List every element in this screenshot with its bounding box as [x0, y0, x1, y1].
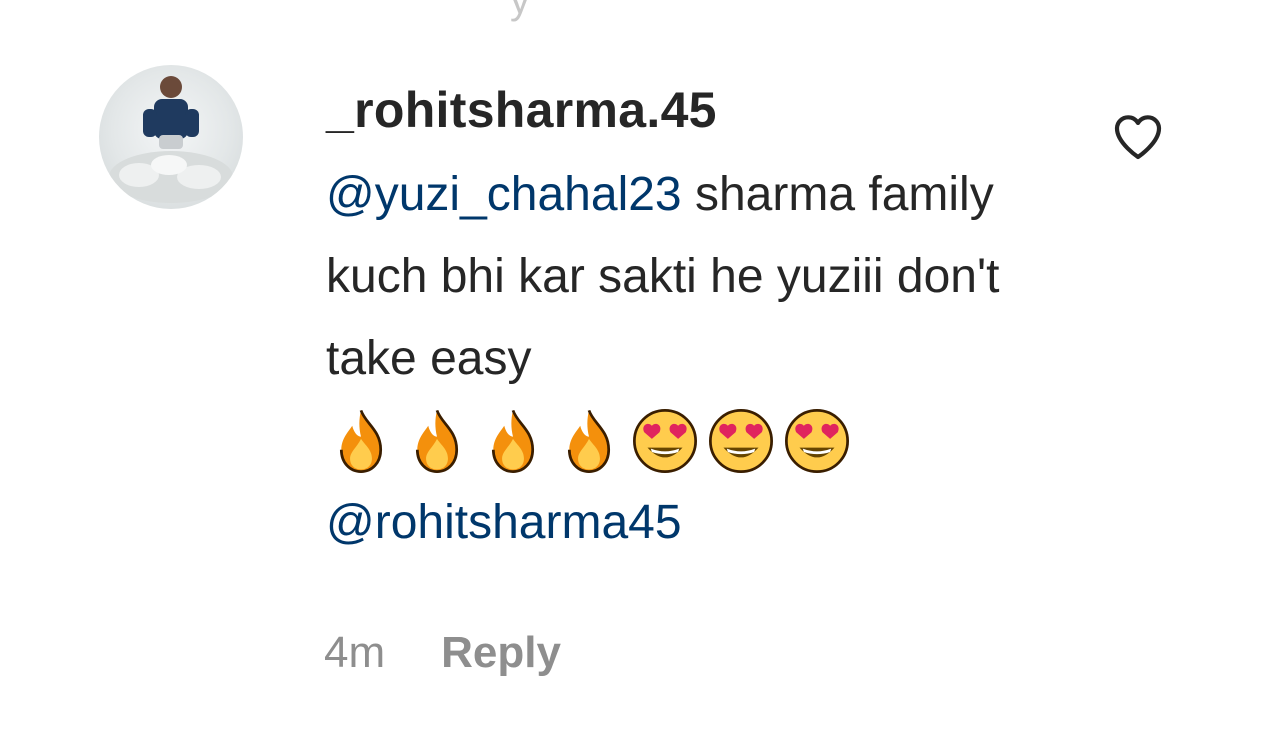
- avatar[interactable]: [99, 65, 243, 209]
- heart-eyes-emoji-icon: [706, 406, 776, 476]
- comment-timestamp: 4m: [324, 628, 386, 677]
- avatar-photo: [109, 76, 233, 203]
- like-button[interactable]: [1108, 108, 1168, 164]
- fire-emoji-icon: [478, 406, 548, 476]
- comment-meta: 4m Reply: [324, 628, 561, 678]
- reply-button[interactable]: Reply: [441, 628, 561, 678]
- comment-page: y _rohitsharma.45 @yuzi_chahal23 sharma …: [0, 0, 1280, 731]
- heart-eyes-emoji-icon: [782, 406, 852, 476]
- heart-eyes-emoji-icon: [630, 406, 700, 476]
- fire-emoji-icon: [554, 406, 624, 476]
- comment-text: @yuzi_chahal23 sharma family kuch bhi ka…: [326, 154, 1026, 564]
- comment-username[interactable]: _rohitsharma.45: [326, 78, 1046, 142]
- fire-emoji-icon: [326, 406, 396, 476]
- previous-comment-reply-stub: y: [510, 0, 530, 22]
- fire-emoji-icon: [402, 406, 472, 476]
- mention-link-rohit[interactable]: @rohitsharma45: [326, 496, 682, 549]
- mention-link-yuzi[interactable]: @yuzi_chahal23: [326, 168, 682, 221]
- emoji-row: [326, 400, 1026, 482]
- comment-body: _rohitsharma.45 @yuzi_chahal23 sharma fa…: [326, 78, 1046, 564]
- heart-outline-icon: [1114, 115, 1162, 160]
